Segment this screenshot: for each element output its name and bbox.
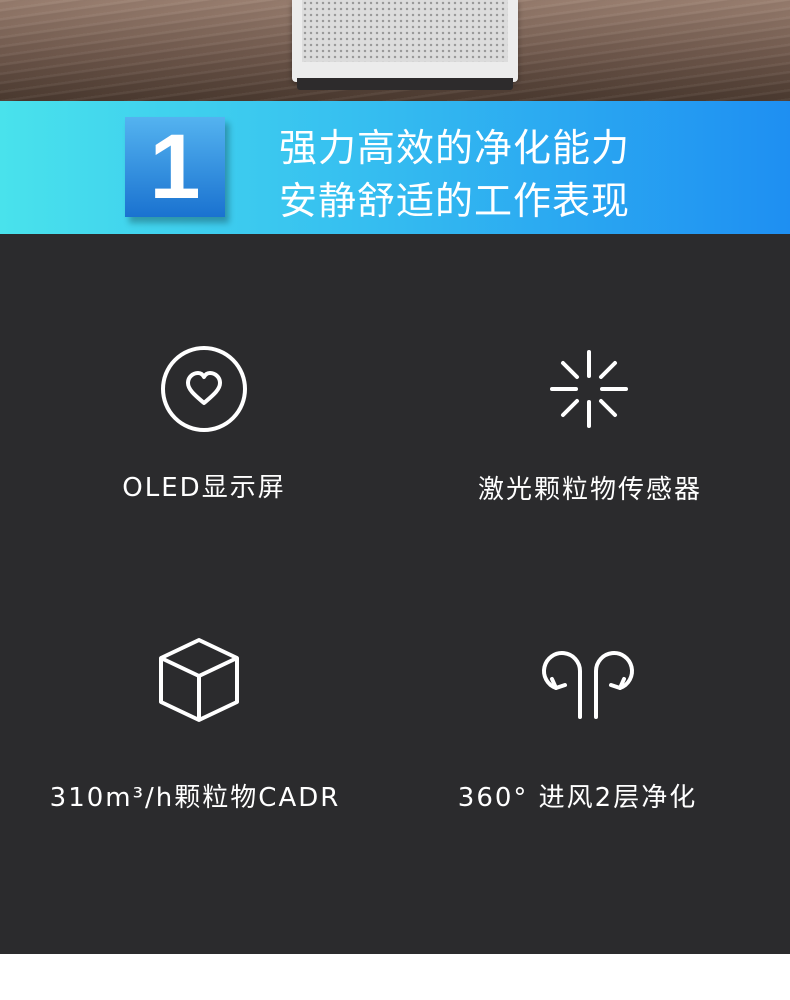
feature-label-oled: OLED显示屏 — [122, 473, 286, 503]
headline-line-1: 强力高效的净化能力 — [279, 126, 631, 170]
airflow-icon — [542, 651, 634, 719]
heart-circle-icon — [161, 346, 247, 432]
cube-icon — [159, 638, 239, 722]
product-detail-page: 1 强力高效的净化能力 安静舒适的工作表现 OLED显示屏 激光颗粒物传感器 3… — [0, 0, 790, 1000]
burst-icon — [550, 350, 628, 428]
features-panel — [0, 234, 790, 954]
air-purifier-image — [292, 0, 518, 82]
feature-label-cadr: 310m³/h颗粒物CADR — [49, 783, 341, 813]
feature-label-laser-sensor: 激光颗粒物传感器 — [477, 475, 702, 505]
section-number: 1 — [149, 116, 201, 218]
section-number-badge: 1 — [125, 117, 225, 217]
headline-line-2: 安静舒适的工作表现 — [279, 179, 631, 223]
product-photo — [0, 0, 790, 101]
feature-label-360-intake: 360° 进风2层净化 — [457, 783, 698, 813]
